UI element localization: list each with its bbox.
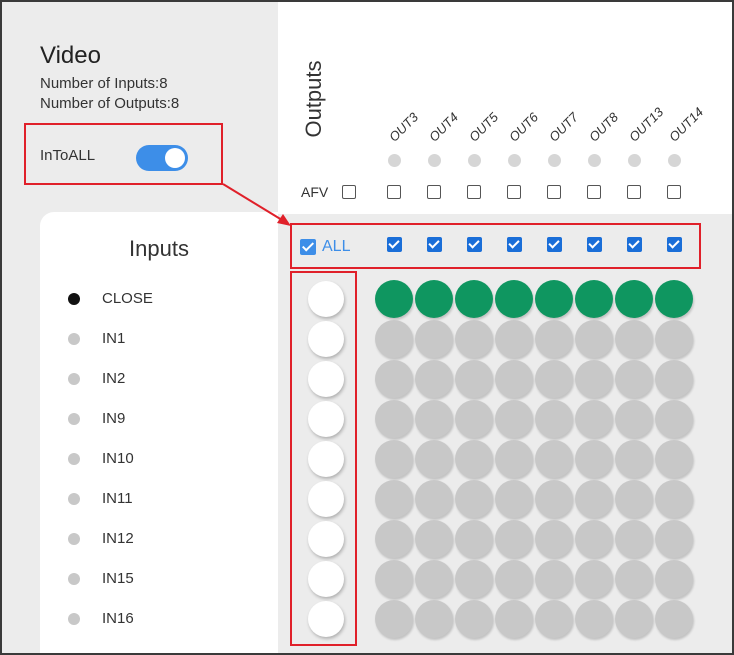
highlight-arrow	[222, 183, 291, 226]
app-frame: Video Number of Inputs:8 Number of Outpu…	[0, 0, 734, 655]
